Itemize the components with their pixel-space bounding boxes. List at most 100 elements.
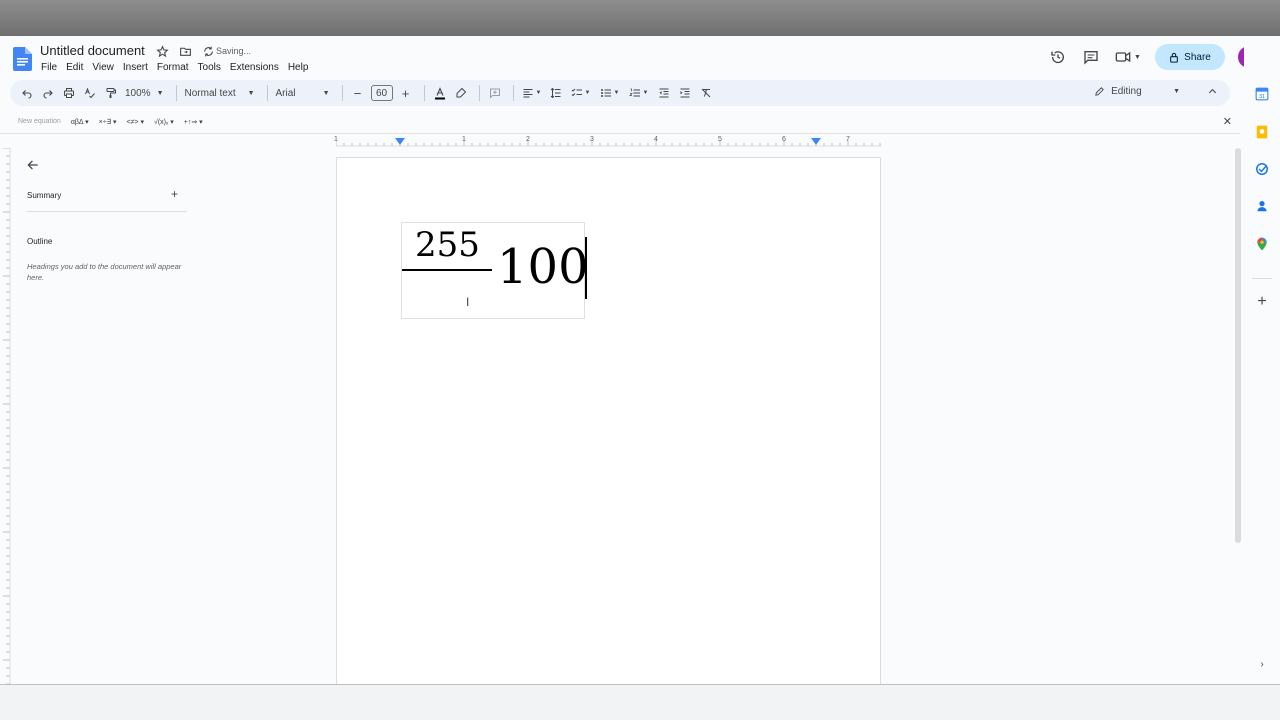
calendar-icon[interactable]: 31	[1254, 86, 1270, 102]
decrease-indent-icon[interactable]	[657, 86, 671, 100]
bottom-bar	[0, 684, 1280, 720]
misc-operations-menu[interactable]: ×÷∃ ▾	[99, 118, 117, 126]
ruler-number: 1	[334, 136, 338, 143]
get-add-ons-plus-icon[interactable]: +	[1254, 293, 1270, 310]
increase-indent-icon[interactable]	[678, 86, 692, 100]
menu-file[interactable]: File	[41, 62, 57, 73]
tasks-icon[interactable]	[1254, 161, 1270, 177]
menu-help[interactable]: Help	[288, 62, 309, 73]
menu-format[interactable]: Format	[157, 62, 189, 73]
fraction-bar	[402, 269, 492, 271]
document-page[interactable]: 255 100 I	[336, 157, 881, 684]
zoom-value: 100%	[125, 87, 151, 99]
zoom-select[interactable]: 100% ▼	[125, 88, 164, 99]
clear-formatting-icon[interactable]	[699, 86, 713, 100]
share-button[interactable]: Share	[1155, 44, 1225, 70]
meet-dropdown-icon[interactable]: ▼	[1134, 54, 1141, 61]
font-select[interactable]: Arial ▼	[276, 88, 330, 99]
vertical-ruler[interactable]	[0, 148, 11, 684]
greek-letters-menu[interactable]: αβΔ ▾	[71, 118, 89, 126]
contacts-icon[interactable]	[1254, 198, 1270, 214]
menu-insert[interactable]: Insert	[123, 62, 148, 73]
highlight-color-icon[interactable]	[454, 86, 468, 100]
toolbar-divider	[478, 85, 480, 101]
fraction-numerator[interactable]: 255	[415, 225, 480, 265]
document-title[interactable]: Untitled document	[40, 43, 145, 58]
left-indent-marker-icon[interactable]	[395, 138, 405, 146]
side-apps-rail: 31 + ›	[1244, 36, 1280, 684]
increase-font-size-icon[interactable]: +	[399, 86, 413, 101]
style-select[interactable]: Normal text ▼	[185, 88, 255, 99]
font-value: Arial	[275, 87, 296, 99]
maps-icon[interactable]	[1254, 236, 1270, 252]
toolbar-divider	[175, 85, 177, 101]
docs-app: Untitled document Saving... File Edit Vi…	[0, 36, 1280, 720]
share-label: Share	[1184, 51, 1211, 63]
ruler-number: 7	[846, 136, 850, 143]
ruler-numbers: 1 1 2 3 4 5 6 7	[334, 136, 881, 148]
text-color-icon[interactable]	[433, 86, 447, 100]
back-arrow-icon[interactable]	[26, 158, 40, 172]
relations-menu[interactable]: <≠> ▾	[126, 118, 144, 126]
summary-heading: Summary	[27, 191, 62, 200]
outline-heading: Outline	[27, 237, 53, 246]
align-left-icon[interactable]: ▼	[522, 86, 542, 100]
math-operators-menu[interactable]: √(x)ₓ ▾	[154, 118, 174, 126]
star-icon[interactable]	[156, 45, 169, 58]
numbered-list-icon[interactable]: ▼	[628, 86, 650, 100]
redo-icon[interactable]	[41, 86, 55, 100]
ibeam-cursor-icon: I	[466, 295, 470, 309]
zoom-dropdown-icon: ▼	[156, 89, 164, 97]
insert-comment-icon[interactable]	[488, 86, 502, 100]
menu-tools[interactable]: Tools	[198, 62, 221, 73]
hide-menus-chevron-up-icon[interactable]	[1207, 86, 1218, 97]
comments-icon[interactable]	[1080, 46, 1102, 68]
ruler-number: 2	[526, 136, 530, 143]
pencil-icon	[1095, 87, 1104, 96]
toolbar-divider	[266, 85, 268, 101]
right-indent-marker-icon[interactable]	[811, 138, 821, 146]
text-cursor	[585, 237, 587, 299]
arrows-menu[interactable]: +↑⇒ ▾	[184, 118, 203, 126]
meet-video-icon[interactable]: ▼	[1113, 46, 1143, 68]
bulleted-list-icon[interactable]: ▼	[599, 86, 621, 100]
close-equation-toolbar-icon[interactable]: ✕	[1223, 115, 1232, 128]
svg-text:31: 31	[1259, 94, 1265, 100]
window-top-shade	[0, 0, 1280, 36]
toolbar: 100% ▼ Normal text ▼ Arial ▼ − 60 + ▼ ▼ ▼ ▼…	[10, 80, 1230, 106]
menu-extensions[interactable]: Extensions	[230, 62, 279, 73]
ruler-number: 4	[654, 136, 658, 143]
style-value: Normal text	[184, 87, 236, 99]
menu-edit[interactable]: Edit	[66, 62, 83, 73]
decrease-font-size-icon[interactable]: −	[351, 86, 365, 101]
toolbar-divider	[512, 85, 514, 101]
line-spacing-icon[interactable]	[549, 86, 563, 100]
math-operators-label: √(x)ₓ	[153, 118, 169, 126]
toolbar-divider	[423, 85, 425, 101]
new-equation-button[interactable]: New equation	[18, 118, 61, 125]
spellcheck-icon[interactable]	[83, 86, 97, 100]
docs-logo-icon[interactable]	[13, 47, 32, 71]
arrows-label: +↑⇒	[183, 118, 198, 126]
toolbar-divider	[341, 85, 343, 101]
font-size-input[interactable]: 60	[370, 85, 393, 101]
print-icon[interactable]	[62, 86, 76, 100]
rail-divider	[1252, 278, 1272, 279]
undo-icon[interactable]	[20, 86, 34, 100]
add-summary-icon[interactable]: +	[171, 187, 178, 201]
move-folder-icon[interactable]	[179, 45, 192, 58]
checklist-icon[interactable]: ▼	[570, 86, 592, 100]
vertical-scrollbar[interactable]	[1235, 148, 1241, 543]
paint-format-icon[interactable]	[104, 86, 118, 100]
side-panel-divider	[27, 211, 187, 212]
style-dropdown-icon: ▼	[247, 89, 255, 97]
equation-text[interactable]: 100	[497, 239, 589, 295]
menu-view[interactable]: View	[92, 62, 114, 73]
editing-dropdown-icon: ▼	[1173, 88, 1180, 95]
show-side-panel-chevron-icon[interactable]: ›	[1254, 656, 1270, 672]
outline-hint: Headings you add to the document will ap…	[27, 262, 182, 282]
editing-mode-select[interactable]: Editing ▼	[1094, 86, 1180, 97]
equation-box[interactable]: 255 100 I	[401, 222, 589, 319]
version-history-icon[interactable]	[1047, 46, 1069, 68]
keep-icon[interactable]	[1254, 124, 1270, 140]
